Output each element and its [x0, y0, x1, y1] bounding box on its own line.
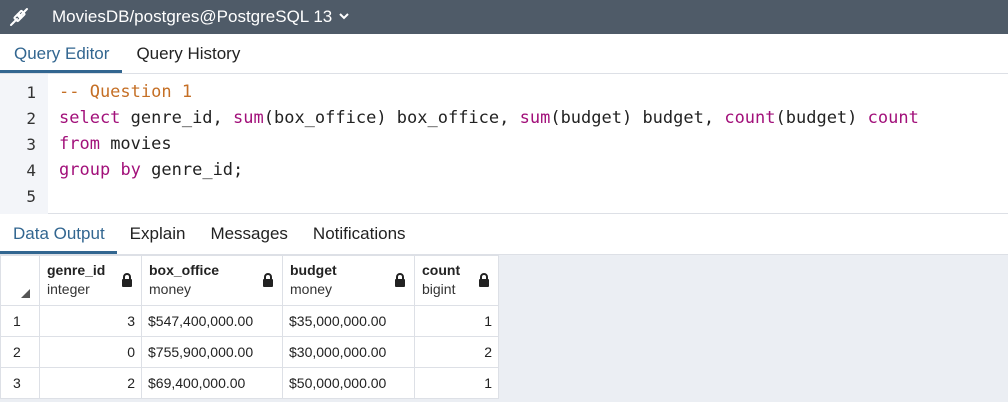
cell-count[interactable]: 1	[414, 367, 499, 399]
tab-notifications[interactable]: Notifications	[300, 214, 418, 254]
line-number-gutter: 1 2 3 4 5	[0, 74, 48, 214]
sql-keyword: count	[867, 108, 919, 128]
lock-icon	[121, 273, 133, 290]
tab-explain[interactable]: Explain	[117, 214, 198, 254]
select-all-corner[interactable]	[0, 255, 40, 306]
code-line-3: from movies	[59, 134, 172, 154]
table-row[interactable]: 2 0 $755,900,000.00 $30,000,000.00 2	[0, 336, 499, 368]
cell-count[interactable]: 1	[414, 305, 499, 337]
row-number[interactable]: 2	[0, 336, 40, 368]
cell-genre-id[interactable]: 2	[39, 367, 142, 399]
tab-data-output[interactable]: Data Output	[0, 214, 117, 254]
connection-title[interactable]: MoviesDB/postgres@PostgreSQL 13	[38, 7, 332, 27]
sql-comment: -- Question 1	[59, 82, 193, 102]
line-number: 2	[26, 109, 36, 128]
sql-editor[interactable]: 1 2 3 4 5 -- Question 1 select genre_id,…	[0, 74, 1008, 214]
column-name: box_office	[149, 262, 220, 278]
line-number: 4	[26, 161, 36, 180]
sql-keyword: from	[59, 134, 100, 154]
tab-messages[interactable]: Messages	[197, 214, 299, 254]
sql-text: genre_id;	[140, 160, 244, 180]
sql-keyword: select	[59, 108, 121, 128]
code-line-2: select genre_id, sum(box_office) box_off…	[59, 108, 919, 128]
cell-budget[interactable]: $30,000,000.00	[282, 336, 415, 368]
cell-box-office[interactable]: $755,900,000.00	[141, 336, 283, 368]
row-number[interactable]: 1	[0, 305, 40, 337]
sql-text: movies	[99, 134, 172, 154]
table-row[interactable]: 3 2 $69,400,000.00 $50,000,000.00 1	[0, 367, 499, 399]
column-header-genre-id[interactable]: genre_id integer	[39, 255, 142, 306]
lock-icon	[262, 273, 274, 290]
sql-keyword: sum	[233, 108, 264, 128]
cell-box-office[interactable]: $69,400,000.00	[141, 367, 283, 399]
connection-icon[interactable]	[0, 0, 38, 34]
sql-keyword: sum	[519, 108, 551, 128]
cell-budget[interactable]: $50,000,000.00	[282, 367, 415, 399]
query-tool-titlebar: MoviesDB/postgres@PostgreSQL 13	[0, 0, 1008, 34]
column-header-budget[interactable]: budget money	[282, 255, 415, 306]
lock-icon	[394, 273, 406, 290]
sql-keyword: count	[724, 108, 776, 128]
sql-text: (budget)	[775, 108, 868, 128]
cell-box-office[interactable]: $547,400,000.00	[141, 305, 283, 337]
column-type: money	[149, 281, 192, 297]
chevron-down-icon[interactable]	[338, 10, 350, 25]
sql-keyword: by	[120, 160, 141, 180]
sql-text: (budget) budget,	[550, 108, 725, 128]
sql-keyword: group	[59, 160, 111, 180]
sort-triangle-icon	[21, 289, 30, 298]
line-number: 1	[26, 83, 36, 102]
row-number[interactable]: 3	[0, 367, 40, 399]
sql-text: genre_id,	[120, 108, 234, 128]
data-output-grid: genre_id integer box_office money budget…	[0, 255, 1008, 402]
cell-genre-id[interactable]: 3	[39, 305, 142, 337]
editor-tabs: Query Editor Query History	[0, 34, 1008, 74]
line-number: 5	[26, 187, 36, 206]
line-number: 3	[26, 135, 36, 154]
code-line-4: group by genre_id;	[59, 160, 243, 180]
column-header-box-office[interactable]: box_office money	[141, 255, 283, 306]
table-row[interactable]: 1 3 $547,400,000.00 $35,000,000.00 1	[0, 305, 499, 337]
results-table: genre_id integer box_office money budget…	[0, 255, 499, 399]
tab-query-editor[interactable]: Query Editor	[0, 34, 123, 73]
code-line-1: -- Question 1	[59, 82, 192, 102]
output-tabs: Data Output Explain Messages Notificatio…	[0, 214, 1008, 255]
cell-genre-id[interactable]: 0	[39, 336, 142, 368]
column-header-count[interactable]: count bigint	[414, 255, 499, 306]
cell-budget[interactable]: $35,000,000.00	[282, 305, 415, 337]
lock-icon	[478, 273, 490, 290]
sql-text: (box_office) box_office,	[263, 108, 520, 128]
cell-count[interactable]: 2	[414, 336, 499, 368]
tab-query-history[interactable]: Query History	[122, 34, 253, 73]
